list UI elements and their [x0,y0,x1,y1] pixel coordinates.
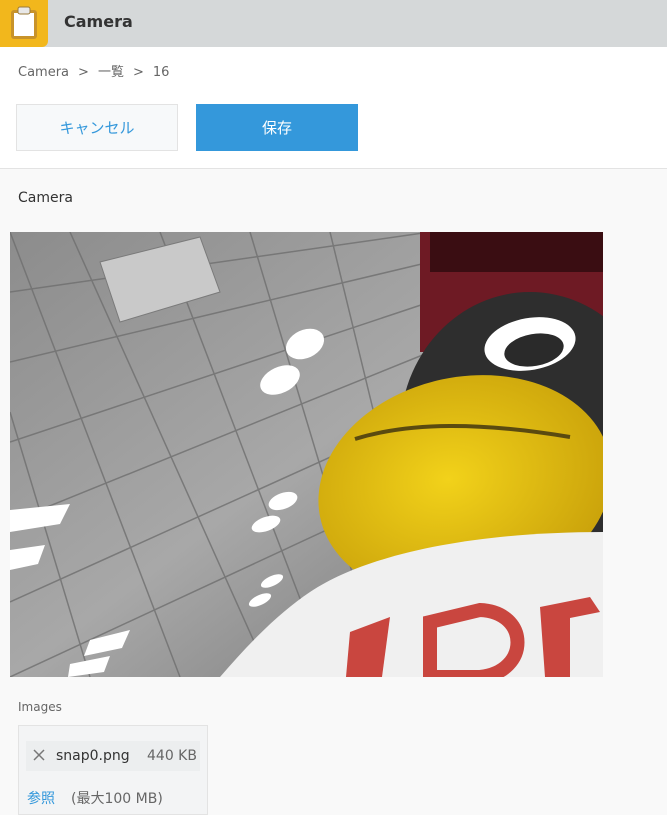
breadcrumb-item-camera[interactable]: Camera [18,65,69,80]
file-upload-panel: snap0.png 440 KB 参照 (最大100 MB) [18,725,208,815]
breadcrumb-bar: Camera > 一覧 >16 [0,47,667,89]
save-button[interactable]: 保存 [196,104,358,151]
breadcrumb-separator: > [132,65,144,80]
file-name[interactable]: snap0.png [56,748,130,764]
cancel-button[interactable]: キャンセル [16,104,178,151]
file-item: snap0.png 440 KB [26,741,200,771]
camera-field-label: Camera [18,190,73,206]
browse-button[interactable]: 参照 [27,788,55,808]
breadcrumb-separator: > [78,65,89,80]
camera-photo [9,231,660,684]
file-size: 440 KB [147,748,197,764]
clipboard-icon[interactable] [0,0,48,47]
breadcrumb-item-record: 16 [152,65,170,80]
breadcrumb-item-list[interactable]: 一覧 [98,65,124,80]
images-field-label: Images [18,700,62,714]
breadcrumb: Camera > 一覧 >16 [18,61,169,80]
app-title: Camera [64,12,133,31]
form-toolbar: キャンセル 保存 [0,89,667,169]
remove-file-icon[interactable] [32,747,46,761]
app-header: Camera [0,0,667,47]
max-size-note: (最大100 MB) [71,791,163,807]
